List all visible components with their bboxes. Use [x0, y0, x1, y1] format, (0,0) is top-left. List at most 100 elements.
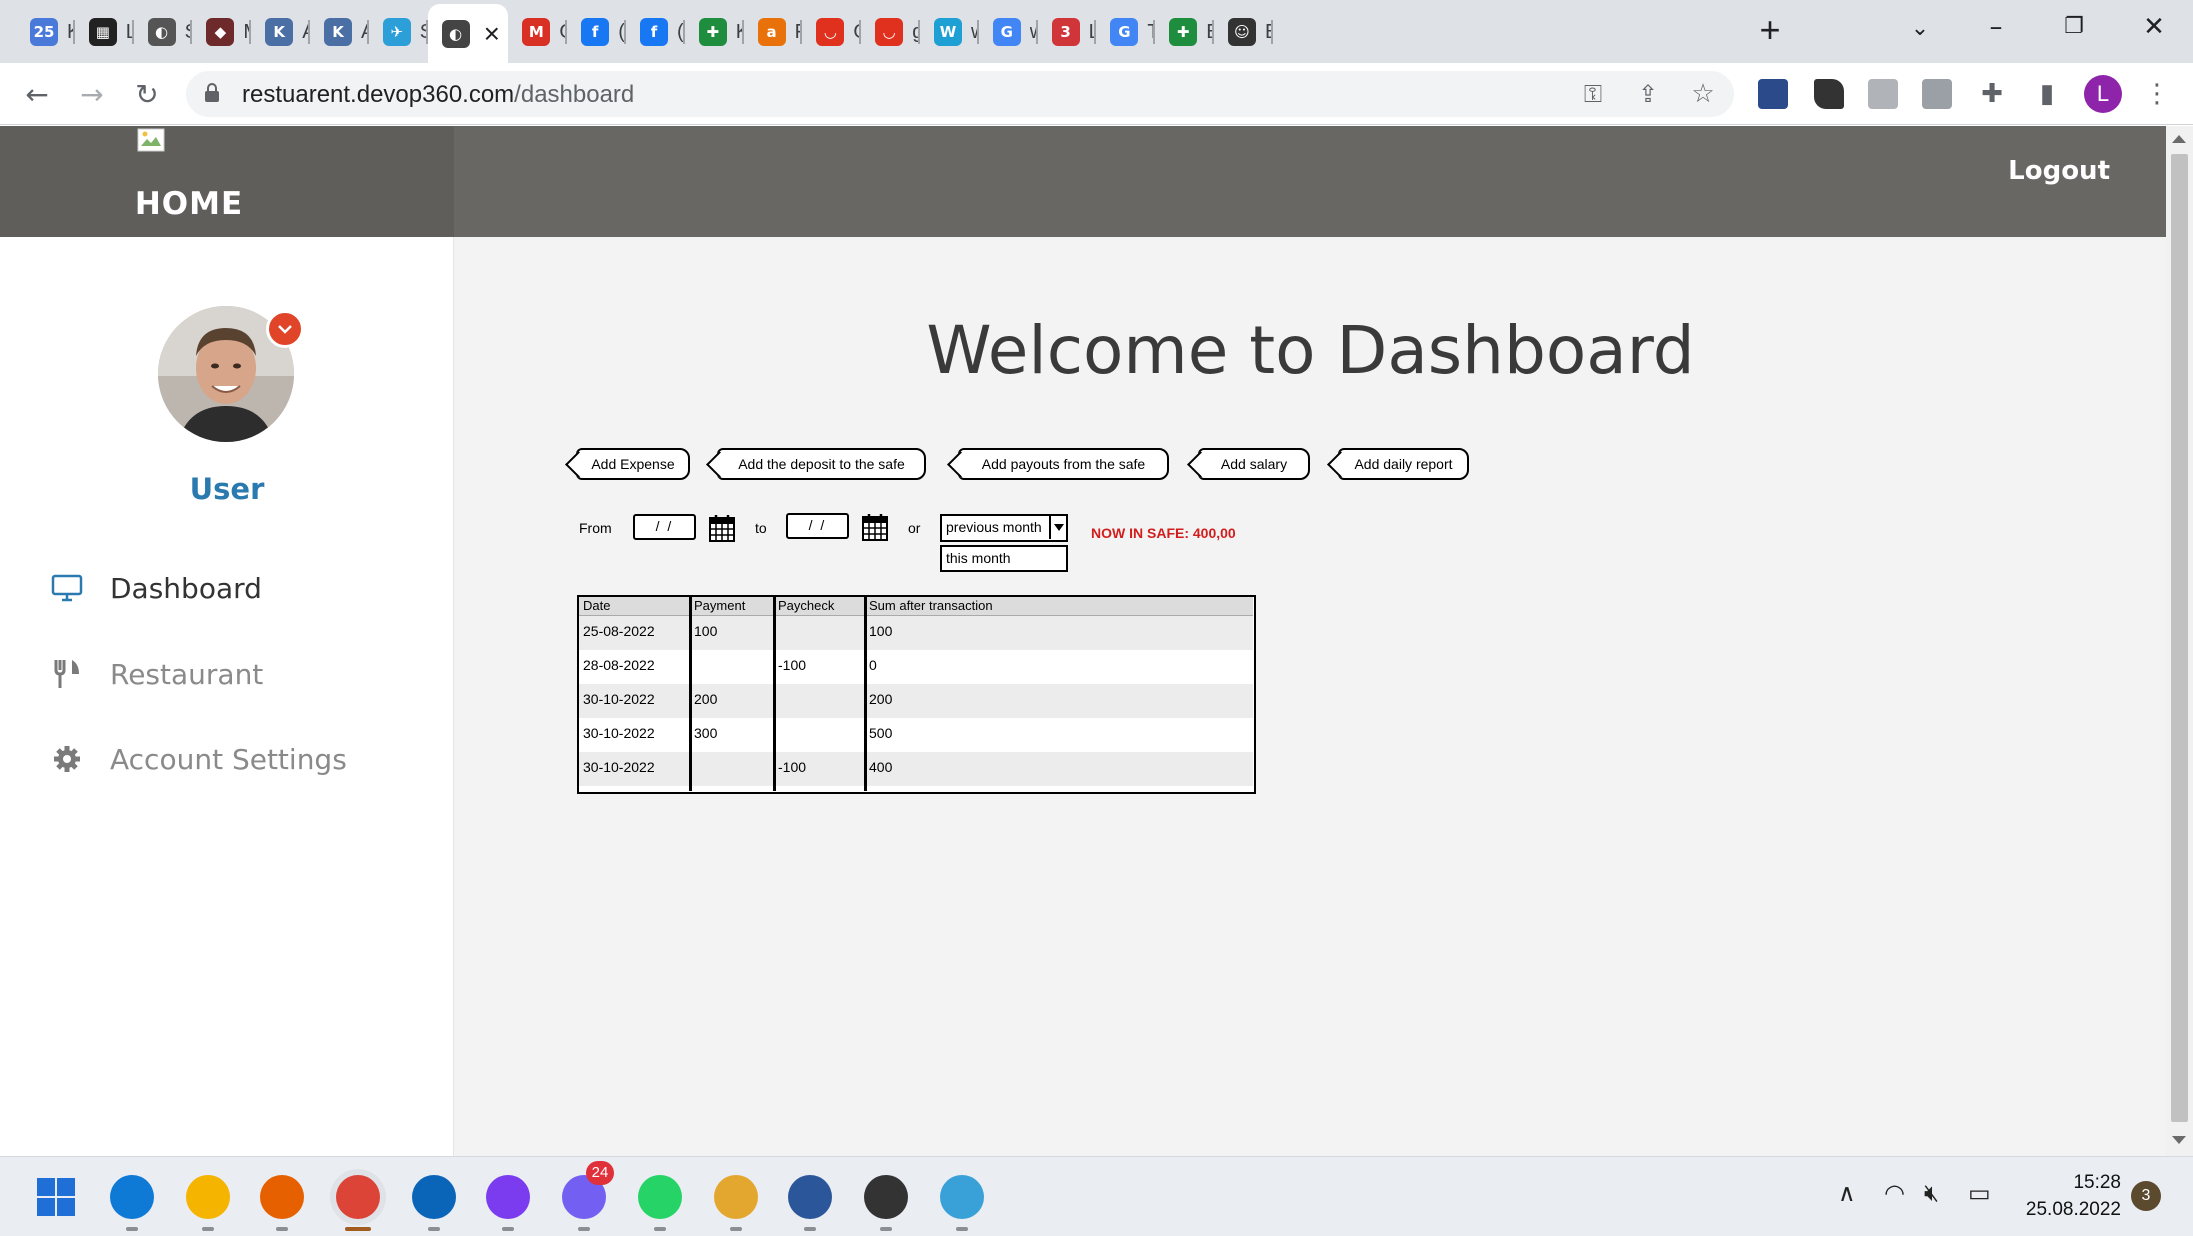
from-calendar-icon[interactable] — [709, 514, 735, 542]
page-scrollbar[interactable] — [2166, 126, 2193, 1156]
sidebar-item-dashboard[interactable]: Dashboard — [50, 563, 262, 613]
running-indicator — [578, 1227, 590, 1231]
extension-cap-icon[interactable] — [1814, 79, 1844, 109]
windows-start-icon[interactable] — [34, 1175, 78, 1219]
home-title[interactable]: HOME — [0, 186, 378, 222]
table-cell: 400 — [869, 759, 893, 775]
tab-a1[interactable]: KA — [251, 8, 310, 56]
close-window-button[interactable]: ✕ — [2134, 12, 2174, 42]
tab-s[interactable]: ◐ S — [134, 8, 193, 56]
w-icon: W — [934, 18, 962, 46]
extension-js-icon[interactable] — [1922, 79, 1952, 109]
back-icon[interactable]: ← — [20, 77, 54, 111]
browser-menu-icon[interactable]: ⋮ — [2140, 77, 2174, 111]
tab-m[interactable]: ◆M — [192, 8, 252, 56]
tab-k[interactable]: ✚ K — [685, 8, 744, 56]
table-cell: 200 — [694, 691, 718, 707]
outlook-icon[interactable] — [412, 1175, 456, 1219]
tab-active[interactable]: ◐ × — [427, 4, 508, 63]
address-bar[interactable]: restuarent.devop360.com/dashboard ⚿ ⇪ ☆ — [186, 71, 1734, 117]
whatsapp-icon[interactable] — [638, 1175, 682, 1219]
smiley-icon[interactable] — [864, 1175, 908, 1219]
edge-icon[interactable] — [110, 1175, 154, 1219]
volume-muted-icon[interactable]: 🔇︎ — [1924, 1179, 1939, 1207]
scroll-down-arrow-icon[interactable] — [2172, 1136, 2186, 1144]
notification-count-badge[interactable]: 3 — [2131, 1181, 2161, 1211]
system-clock[interactable]: 15:28 25.08.2022 — [2026, 1169, 2121, 1223]
side-panel-icon[interactable]: ▮ — [2030, 77, 2064, 111]
add-deposit-button[interactable]: Add the deposit to the safe — [717, 448, 926, 480]
profile-avatar[interactable]: L — [2084, 75, 2122, 113]
dropdown-arrow-icon[interactable] — [1049, 516, 1066, 539]
show-hidden-icons-icon[interactable]: ∧ — [1838, 1179, 1856, 1207]
wifi-icon[interactable]: ◠ — [1884, 1179, 1905, 1207]
close-tab-icon[interactable]: × — [484, 19, 500, 48]
battery-icon[interactable]: ▭ — [1968, 1179, 1991, 1207]
restore-button[interactable]: ❐ — [2054, 12, 2094, 42]
chrome-icon[interactable] — [336, 1175, 380, 1219]
to-calendar-icon[interactable] — [862, 513, 888, 541]
tab-f[interactable]: aF — [744, 8, 803, 56]
clock-date: 25.08.2022 — [2025, 1199, 2121, 1220]
page-content: HOME Logout User Dashboard Restaurant Ac… — [0, 126, 2166, 1156]
tab-fb1[interactable]: f( — [567, 8, 626, 56]
column-header: Sum after transaction — [869, 598, 993, 613]
sidebar-item-restaurant[interactable]: Restaurant — [50, 649, 263, 699]
globe-icon: ◐ — [441, 19, 470, 48]
extensions-puzzle-icon[interactable]: ✚ — [1975, 77, 2009, 111]
add-salary-button[interactable]: Add salary — [1198, 448, 1310, 480]
new-tab-button[interactable]: + — [1752, 12, 1788, 48]
tab-google[interactable]: Gw — [979, 8, 1038, 56]
tab-ki[interactable]: 25 K — [16, 8, 75, 56]
sidebar-item-account-settings[interactable]: Account Settings — [50, 734, 347, 784]
column-header: Date — [583, 598, 611, 613]
tab-search-icon[interactable]: ⌄ — [1900, 14, 1940, 44]
add-payouts-button[interactable]: Add payouts from the safe — [958, 448, 1169, 480]
minimize-button[interactable]: – — [1976, 12, 2016, 42]
scroll-up-arrow-icon[interactable] — [2172, 135, 2186, 143]
table-row — [579, 752, 1253, 786]
bird-icon: ✈ — [382, 18, 411, 46]
key-icon[interactable]: ⚿ — [1576, 77, 1610, 111]
messenger-icon[interactable] — [486, 1175, 530, 1219]
avatar-dropdown-button[interactable] — [266, 310, 304, 348]
tab-t[interactable]: GT — [1096, 8, 1156, 56]
extension-kir-icon[interactable] — [1758, 79, 1788, 109]
bookmark-star-icon[interactable]: ☆ — [1686, 77, 1720, 111]
tab-g[interactable]: ◡ g — [861, 8, 920, 56]
tab-si[interactable]: ✈ S — [369, 8, 428, 56]
tab-ei[interactable]: ☺ E — [1214, 8, 1273, 56]
scrollbar-thumb[interactable] — [2171, 154, 2188, 1122]
money-bag-icon[interactable] — [714, 1175, 758, 1219]
safe-balance: NOW IN SAFE: 400,00 — [1091, 525, 1236, 541]
tab-fb2[interactable]: f( — [626, 8, 685, 56]
period-select[interactable]: previous month — [940, 514, 1068, 542]
paint-icon[interactable] — [940, 1175, 984, 1219]
from-date-input[interactable]: / / — [633, 514, 696, 540]
tab-a2[interactable]: KA — [310, 8, 369, 56]
running-indicator — [880, 1227, 892, 1231]
forward-icon[interactable]: → — [75, 77, 109, 111]
tab-o[interactable]: ◡ O — [802, 8, 862, 56]
add-daily-report-button[interactable]: Add daily report — [1338, 448, 1469, 480]
share-icon[interactable]: ⇪ — [1631, 77, 1665, 111]
table-row — [579, 718, 1253, 752]
to-date-input[interactable]: / / — [786, 513, 849, 539]
word-icon[interactable] — [788, 1175, 832, 1219]
firefox-icon[interactable] — [260, 1175, 304, 1219]
add-expense-button[interactable]: Add Expense — [576, 448, 690, 480]
tab-l[interactable]: 3L — [1038, 8, 1097, 56]
logout-link[interactable]: Logout — [2008, 156, 2110, 186]
extension-cast-icon[interactable] — [1868, 79, 1898, 109]
period-option-this-month[interactable]: this month — [940, 545, 1068, 572]
tab-lo[interactable]: ▦ L — [75, 8, 134, 56]
reload-icon[interactable]: ↻ — [130, 77, 164, 111]
tab-e[interactable]: ✚ E — [1155, 8, 1214, 56]
tab-gmail[interactable]: MO — [508, 8, 568, 56]
file-explorer-icon[interactable] — [186, 1175, 230, 1219]
tab-w[interactable]: Ww — [920, 8, 979, 56]
url-text: restuarent.devop360.com/dashboard — [242, 81, 634, 109]
column-divider — [864, 597, 867, 791]
table-cell: 500 — [869, 725, 893, 741]
gmail-icon: M — [522, 18, 551, 46]
